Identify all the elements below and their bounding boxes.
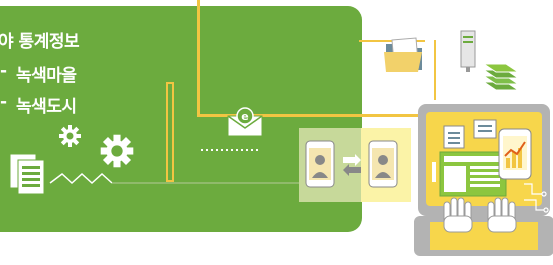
chart-icon xyxy=(498,128,532,180)
smartphone-icon xyxy=(305,140,335,188)
bullet-3: - xyxy=(0,92,7,112)
svg-text:e: e xyxy=(241,110,248,123)
hand-icon xyxy=(487,197,517,233)
bullet-2: - xyxy=(0,61,7,81)
envelope-icon: e xyxy=(227,107,263,137)
smartphone-icon xyxy=(368,140,398,188)
dotted-line xyxy=(201,149,261,151)
document-icon xyxy=(9,153,45,195)
title-line-3: 녹색도시 xyxy=(16,97,77,117)
transfer-arrow-icon xyxy=(343,154,361,176)
connector-line-vertical xyxy=(197,0,200,116)
sensor-bar xyxy=(166,82,174,182)
wave-line xyxy=(49,172,300,185)
title-line-2: 녹색마을 xyxy=(16,66,77,86)
folder-icon xyxy=(384,37,422,72)
stack-icon xyxy=(482,63,520,91)
circuit-lines xyxy=(524,183,549,213)
connector-line-right xyxy=(434,40,436,100)
hand-icon xyxy=(443,197,473,233)
title-line-1: 야 통계정보 xyxy=(0,32,80,52)
gear-icon xyxy=(100,134,134,168)
gear-icon xyxy=(59,125,81,147)
server-icon xyxy=(460,30,476,72)
